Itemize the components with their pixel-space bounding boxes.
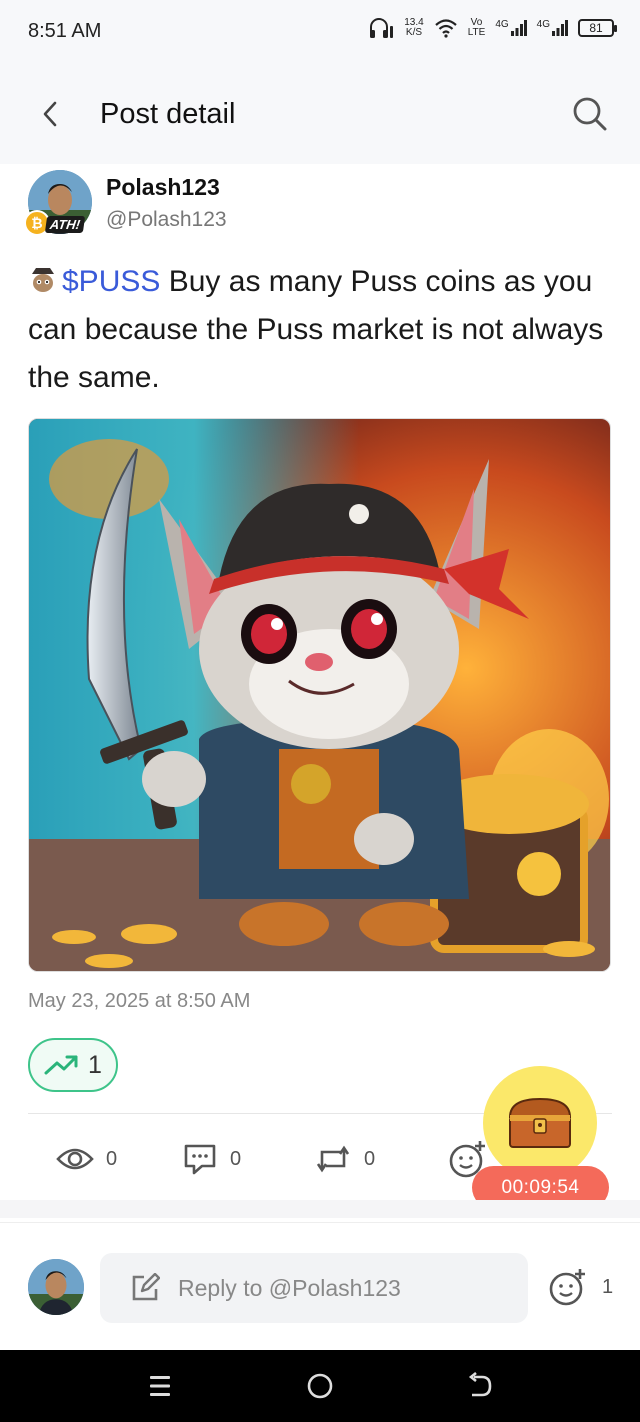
battery-icon: 81 [578,19,617,37]
post-image[interactable] [28,418,611,972]
avatar-photo [28,1259,84,1315]
search-button[interactable] [568,92,612,136]
wifi-icon [434,19,457,38]
pirate-cat-illustration [29,419,610,971]
signal-bars-icon [510,20,527,36]
add-reaction-icon [549,1269,585,1306]
signal-1-label: 4G [495,19,509,30]
home-button[interactable] [300,1368,340,1404]
back-arrow-icon [468,1372,492,1397]
signal-2-label: 4G [536,19,550,30]
reply-reaction-button[interactable]: 1 [548,1267,613,1307]
treasure-chest-icon [508,1097,572,1148]
post-author: ₿ ATH! Polash123 @Polash123 [24,170,618,240]
repost-icon [316,1145,350,1173]
trend-count: 1 [88,1050,102,1079]
signal-1: 4G [495,19,527,36]
chevron-left-icon [43,101,57,127]
reply-bar: Reply to @Polash123 1 [0,1222,640,1350]
recent-apps-button[interactable] [140,1368,180,1404]
system-nav-bar [0,1350,640,1422]
speed-unit: K/S [405,27,423,38]
ath-badge: ATH! [44,216,86,233]
status-bar: 8:51 AM 13.4 K/S Vo LTE 4G 4G 81 [0,0,640,64]
header: Post detail [0,64,640,164]
search-icon [573,97,607,131]
views-count: 0 [106,1147,118,1170]
eye-icon [56,1148,94,1170]
back-button[interactable] [30,94,70,134]
post-text: $PUSS Buy as many Puss coins as you can … [28,258,612,402]
page-title: Post detail [100,98,236,130]
post-date: May 23, 2025 at 8:50 AM [28,990,251,1012]
status-time: 8:51 AM [28,20,102,42]
comments-count: 0 [230,1147,242,1170]
volte-bottom: LTE [467,27,486,38]
repost-count: 0 [364,1147,376,1170]
author-handle[interactable]: @Polash123 [106,208,227,232]
trend-button[interactable]: 1 [28,1038,118,1092]
comments-button[interactable]: 0 [182,1135,241,1183]
status-icons: 13.4 K/S Vo LTE 4G 4G 81 [368,16,617,40]
edit-icon [132,1273,160,1301]
author-avatar-wrap[interactable]: ₿ ATH! [24,170,94,236]
views-button[interactable]: 0 [56,1135,117,1183]
author-name[interactable]: Polash123 [106,174,220,201]
puss-token-icon [32,268,54,292]
headphones-icon [370,18,394,38]
treasure-chest-button[interactable] [483,1066,597,1180]
trending-up-icon [44,1055,78,1075]
reply-placeholder: Reply to @Polash123 [178,1274,401,1301]
back-nav-button[interactable] [460,1368,500,1404]
avatar[interactable] [28,1259,84,1315]
reply-input[interactable]: Reply to @Polash123 [100,1253,528,1323]
signal-bars-icon [552,20,568,36]
signal-2: 4G [537,20,568,36]
repost-button[interactable]: 0 [314,1135,375,1183]
section-gap [0,1200,640,1218]
menu-icon [150,1376,170,1396]
volte-indicator: Vo LTE [468,18,486,38]
comment-icon [184,1144,216,1175]
ticker-link[interactable]: $PUSS [62,265,160,298]
home-circle-icon [307,1373,333,1399]
network-speed: 13.4 K/S [404,18,423,38]
battery-level: 81 [589,21,603,35]
reply-reaction-count: 1 [602,1275,614,1298]
